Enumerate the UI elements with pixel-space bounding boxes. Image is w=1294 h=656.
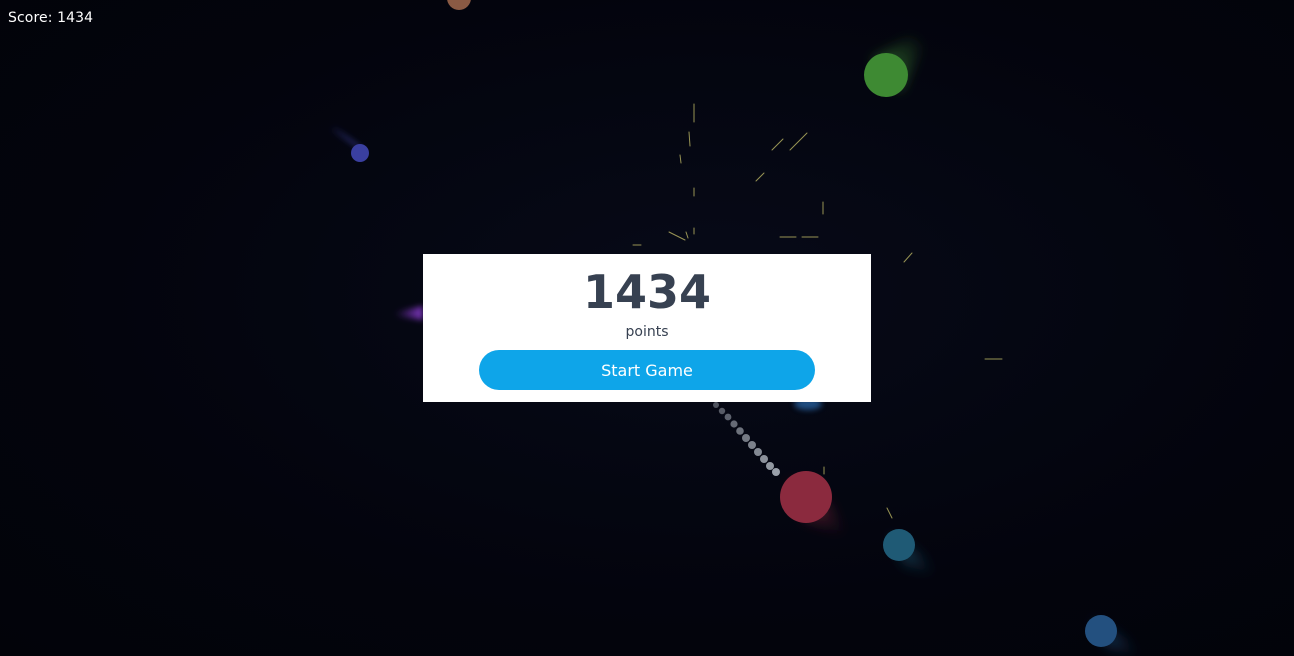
score-counter: Score: 1434 — [8, 10, 94, 26]
enemy-indigo — [330, 126, 369, 162]
enemy-brown — [447, 0, 471, 10]
enemy-green — [864, 36, 922, 97]
game-over-dialog: 1434 points Start Game — [423, 254, 871, 402]
player-trail — [713, 402, 780, 476]
game-canvas[interactable]: Score: 1434 1434 points Start Game — [0, 0, 1294, 656]
start-game-button[interactable]: Start Game — [479, 350, 815, 390]
enemy-blue — [1085, 615, 1140, 656]
enemy-purple — [395, 306, 423, 320]
enemy-red — [780, 471, 845, 535]
points-label: points — [625, 324, 669, 340]
final-score: 1434 — [582, 265, 712, 319]
enemy-teal — [883, 529, 935, 575]
